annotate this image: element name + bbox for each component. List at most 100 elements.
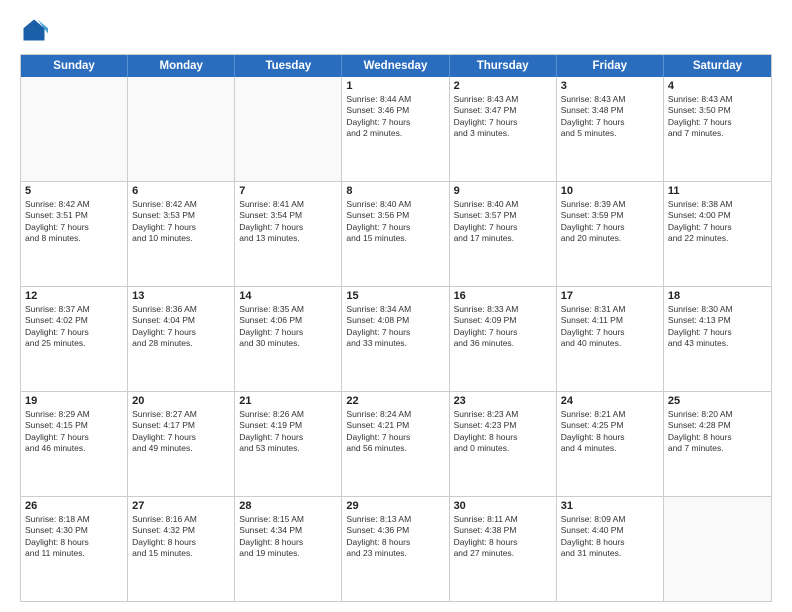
cell-info-line: Sunrise: 8:40 AM: [346, 199, 444, 210]
cell-info-line: Sunset: 4:19 PM: [239, 420, 337, 431]
cell-info-line: Sunrise: 8:44 AM: [346, 94, 444, 105]
cell-info-line: Sunset: 4:32 PM: [132, 525, 230, 536]
day-number: 31: [561, 500, 659, 512]
calendar-row: 5Sunrise: 8:42 AMSunset: 3:51 PMDaylight…: [21, 182, 771, 287]
calendar-cell: 27Sunrise: 8:16 AMSunset: 4:32 PMDayligh…: [128, 497, 235, 601]
cell-info-line: Sunrise: 8:43 AM: [454, 94, 552, 105]
cell-info-line: and 15 minutes.: [346, 233, 444, 244]
calendar-cell: 26Sunrise: 8:18 AMSunset: 4:30 PMDayligh…: [21, 497, 128, 601]
cell-info-line: Daylight: 7 hours: [25, 327, 123, 338]
day-number: 29: [346, 500, 444, 512]
cell-info-line: and 10 minutes.: [132, 233, 230, 244]
cell-info-line: and 17 minutes.: [454, 233, 552, 244]
calendar-cell: 11Sunrise: 8:38 AMSunset: 4:00 PMDayligh…: [664, 182, 771, 286]
calendar-cell: 17Sunrise: 8:31 AMSunset: 4:11 PMDayligh…: [557, 287, 664, 391]
calendar-cell: 6Sunrise: 8:42 AMSunset: 3:53 PMDaylight…: [128, 182, 235, 286]
day-number: 24: [561, 395, 659, 407]
cell-info-line: Sunset: 4:36 PM: [346, 525, 444, 536]
cell-info-line: Sunrise: 8:26 AM: [239, 409, 337, 420]
cell-info-line: and 22 minutes.: [668, 233, 767, 244]
calendar-cell: [128, 77, 235, 181]
cell-info-line: Sunset: 4:11 PM: [561, 315, 659, 326]
day-number: 2: [454, 80, 552, 92]
calendar-cell: 15Sunrise: 8:34 AMSunset: 4:08 PMDayligh…: [342, 287, 449, 391]
day-number: 27: [132, 500, 230, 512]
header: [20, 16, 772, 44]
day-number: 30: [454, 500, 552, 512]
cell-info-line: Daylight: 8 hours: [346, 537, 444, 548]
cell-info-line: and 33 minutes.: [346, 338, 444, 349]
day-number: 5: [25, 185, 123, 197]
cell-info-line: Sunset: 4:40 PM: [561, 525, 659, 536]
calendar-cell: 28Sunrise: 8:15 AMSunset: 4:34 PMDayligh…: [235, 497, 342, 601]
calendar-cell: 20Sunrise: 8:27 AMSunset: 4:17 PMDayligh…: [128, 392, 235, 496]
cell-info-line: Daylight: 8 hours: [561, 537, 659, 548]
cell-info-line: and 11 minutes.: [25, 548, 123, 559]
cell-info-line: and 2 minutes.: [346, 128, 444, 139]
cell-info-line: Daylight: 7 hours: [454, 222, 552, 233]
cell-info-line: Sunset: 4:38 PM: [454, 525, 552, 536]
day-number: 3: [561, 80, 659, 92]
calendar-cell: 19Sunrise: 8:29 AMSunset: 4:15 PMDayligh…: [21, 392, 128, 496]
calendar-cell: 12Sunrise: 8:37 AMSunset: 4:02 PMDayligh…: [21, 287, 128, 391]
calendar-row: 12Sunrise: 8:37 AMSunset: 4:02 PMDayligh…: [21, 287, 771, 392]
cell-info-line: and 28 minutes.: [132, 338, 230, 349]
day-number: 11: [668, 185, 767, 197]
cell-info-line: Daylight: 7 hours: [454, 117, 552, 128]
day-number: 20: [132, 395, 230, 407]
calendar-row: 26Sunrise: 8:18 AMSunset: 4:30 PMDayligh…: [21, 497, 771, 601]
calendar: SundayMondayTuesdayWednesdayThursdayFrid…: [20, 54, 772, 602]
calendar-cell: 18Sunrise: 8:30 AMSunset: 4:13 PMDayligh…: [664, 287, 771, 391]
cell-info-line: Daylight: 8 hours: [25, 537, 123, 548]
cell-info-line: Daylight: 7 hours: [132, 222, 230, 233]
day-number: 4: [668, 80, 767, 92]
cell-info-line: and 49 minutes.: [132, 443, 230, 454]
cell-info-line: Sunrise: 8:43 AM: [668, 94, 767, 105]
cell-info-line: Daylight: 7 hours: [346, 327, 444, 338]
cell-info-line: Sunrise: 8:13 AM: [346, 514, 444, 525]
cell-info-line: Sunset: 4:23 PM: [454, 420, 552, 431]
cell-info-line: Sunrise: 8:40 AM: [454, 199, 552, 210]
cell-info-line: Sunset: 4:00 PM: [668, 210, 767, 221]
cell-info-line: Sunset: 3:57 PM: [454, 210, 552, 221]
cell-info-line: and 3 minutes.: [454, 128, 552, 139]
cell-info-line: Daylight: 8 hours: [239, 537, 337, 548]
day-number: 17: [561, 290, 659, 302]
cell-info-line: Sunrise: 8:11 AM: [454, 514, 552, 525]
cell-info-line: Sunset: 3:53 PM: [132, 210, 230, 221]
cell-info-line: Sunrise: 8:21 AM: [561, 409, 659, 420]
weekday-header: Saturday: [664, 55, 771, 77]
cell-info-line: Daylight: 8 hours: [668, 432, 767, 443]
calendar-body: 1Sunrise: 8:44 AMSunset: 3:46 PMDaylight…: [21, 77, 771, 601]
cell-info-line: and 31 minutes.: [561, 548, 659, 559]
cell-info-line: Sunrise: 8:39 AM: [561, 199, 659, 210]
cell-info-line: Sunset: 4:08 PM: [346, 315, 444, 326]
cell-info-line: Daylight: 8 hours: [454, 432, 552, 443]
calendar-cell: 31 Sunrise: 8:09 AMSunset: 4:40 PMDayligh…: [557, 497, 664, 601]
cell-info-line: Daylight: 8 hours: [454, 537, 552, 548]
cell-info-line: Sunrise: 8:42 AM: [25, 199, 123, 210]
cell-info-line: and 13 minutes.: [239, 233, 337, 244]
weekday-header: Friday: [557, 55, 664, 77]
day-number: 15: [346, 290, 444, 302]
cell-info-line: Sunrise: 8:36 AM: [132, 304, 230, 315]
cell-info-line: Sunset: 4:04 PM: [132, 315, 230, 326]
cell-info-line: Sunrise: 8:24 AM: [346, 409, 444, 420]
cell-info-line: Sunset: 3:47 PM: [454, 105, 552, 116]
cell-info-line: Sunrise: 8:09 AM: [561, 514, 659, 525]
calendar-cell: 16Sunrise: 8:33 AMSunset: 4:09 PMDayligh…: [450, 287, 557, 391]
cell-info-line: Daylight: 7 hours: [25, 432, 123, 443]
cell-info-line: Daylight: 7 hours: [668, 222, 767, 233]
cell-info-line: and 46 minutes.: [25, 443, 123, 454]
cell-info-line: Daylight: 7 hours: [668, 327, 767, 338]
day-number: 22: [346, 395, 444, 407]
cell-info-line: Sunset: 4:30 PM: [25, 525, 123, 536]
cell-info-line: Sunrise: 8:35 AM: [239, 304, 337, 315]
cell-info-line: Sunset: 4:15 PM: [25, 420, 123, 431]
cell-info-line: Sunrise: 8:18 AM: [25, 514, 123, 525]
cell-info-line: Daylight: 7 hours: [561, 327, 659, 338]
calendar-cell: 24Sunrise: 8:21 AMSunset: 4:25 PMDayligh…: [557, 392, 664, 496]
day-number: 13: [132, 290, 230, 302]
cell-info-line: Sunrise: 8:23 AM: [454, 409, 552, 420]
day-number: 9: [454, 185, 552, 197]
